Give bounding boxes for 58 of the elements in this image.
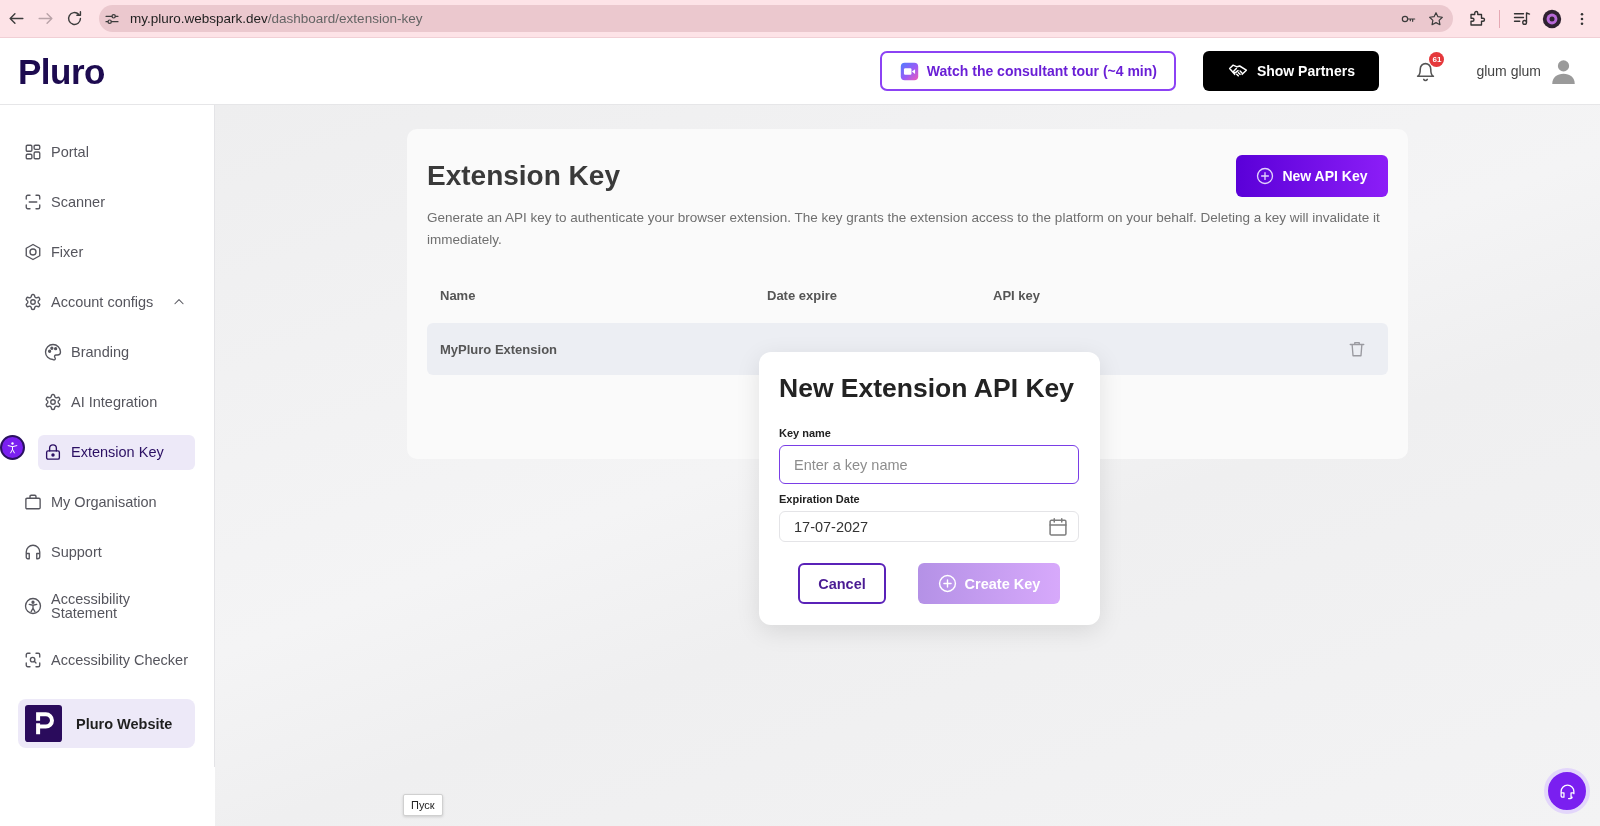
url-text: my.pluro.webspark.dev/dashboard/extension-key xyxy=(130,11,423,26)
scan-icon xyxy=(24,193,42,211)
lock-icon xyxy=(44,443,62,461)
settings-icon xyxy=(44,393,62,411)
field-label: Expiration Date xyxy=(779,492,861,506)
column-header: API key xyxy=(993,287,1041,303)
logo[interactable]: Pluro xyxy=(18,53,105,89)
sidebar-item[interactable]: Scanner xyxy=(18,184,195,220)
website-link[interactable]: Pluro Website xyxy=(18,699,195,748)
sidebar-item[interactable]: Extension Key xyxy=(38,434,195,470)
column-header: Date expire xyxy=(767,287,839,303)
user-avatar-icon[interactable] xyxy=(1550,57,1577,85)
calendar-icon[interactable] xyxy=(1048,516,1068,537)
briefcase-icon xyxy=(24,493,42,511)
page-description: Generate an API key to authenticate your browser extension. The key grants the extension access to the platform on your behalf. Deleting a key will invalidate it immediately. xyxy=(427,209,1381,249)
reload-icon[interactable] xyxy=(65,9,84,28)
media-controls-icon[interactable] xyxy=(1513,9,1531,28)
new-api-key-button[interactable]: New API Key xyxy=(1236,155,1388,197)
brand-mark-icon xyxy=(25,705,62,742)
puzzle-icon[interactable] xyxy=(1468,9,1486,28)
grid-icon xyxy=(24,143,42,161)
settings-icon xyxy=(24,293,42,311)
address-bar[interactable]: my.pluro.webspark.dev/dashboard/extension-key xyxy=(99,5,1453,32)
bell-icon[interactable] xyxy=(1415,60,1437,82)
sidebar-item[interactable]: Support xyxy=(18,534,195,570)
scan-search-icon xyxy=(24,651,42,669)
user-name[interactable]: glum glum xyxy=(1476,63,1541,79)
tooltip: Пуск xyxy=(403,794,443,816)
sidebar-item[interactable]: Accessibility Checker xyxy=(18,642,195,678)
text-input[interactable]: Enter a key name xyxy=(779,445,1079,484)
headset-icon xyxy=(24,543,42,561)
accessibility-icon xyxy=(6,441,19,454)
notification-badge: 61 xyxy=(1429,51,1445,67)
profile-avatar-icon[interactable] xyxy=(1542,8,1562,29)
sidebar-item[interactable]: Accessibility Statement xyxy=(18,584,195,628)
show-partners-button[interactable]: Show Partners xyxy=(1203,51,1380,91)
sidebar-item[interactable]: Portal xyxy=(18,134,195,170)
sidebar-item[interactable]: Fixer xyxy=(18,234,195,270)
page-title: Extension Key xyxy=(427,160,620,192)
hexagon-icon xyxy=(24,243,42,261)
plus-circle-icon xyxy=(1256,167,1275,185)
column-header: Name xyxy=(440,287,477,303)
accessibility-icon xyxy=(24,597,42,615)
dialog-title: New Extension API Key xyxy=(779,372,1076,404)
sidebar-item[interactable]: Account configs xyxy=(18,284,195,320)
sidebar-item[interactable]: My Organisation xyxy=(18,484,195,520)
field-label: Key name xyxy=(779,426,832,440)
date-input[interactable]: 17-07-2027 xyxy=(779,511,1079,542)
sidebar-item[interactable]: Branding xyxy=(38,334,195,370)
plus-circle-icon xyxy=(937,574,957,593)
video-camera-icon xyxy=(899,61,919,81)
table-cell-text: MyPluro Extension xyxy=(440,341,559,357)
cancel-button[interactable]: Cancel xyxy=(798,563,886,604)
tour-button[interactable]: Watch the consultant tour (~4 min) xyxy=(880,51,1177,91)
palette-icon xyxy=(44,343,62,361)
headset-icon xyxy=(1558,782,1576,800)
bookmark-star-icon[interactable] xyxy=(1428,10,1444,27)
sidebar-item[interactable]: AI Integration xyxy=(38,384,195,420)
